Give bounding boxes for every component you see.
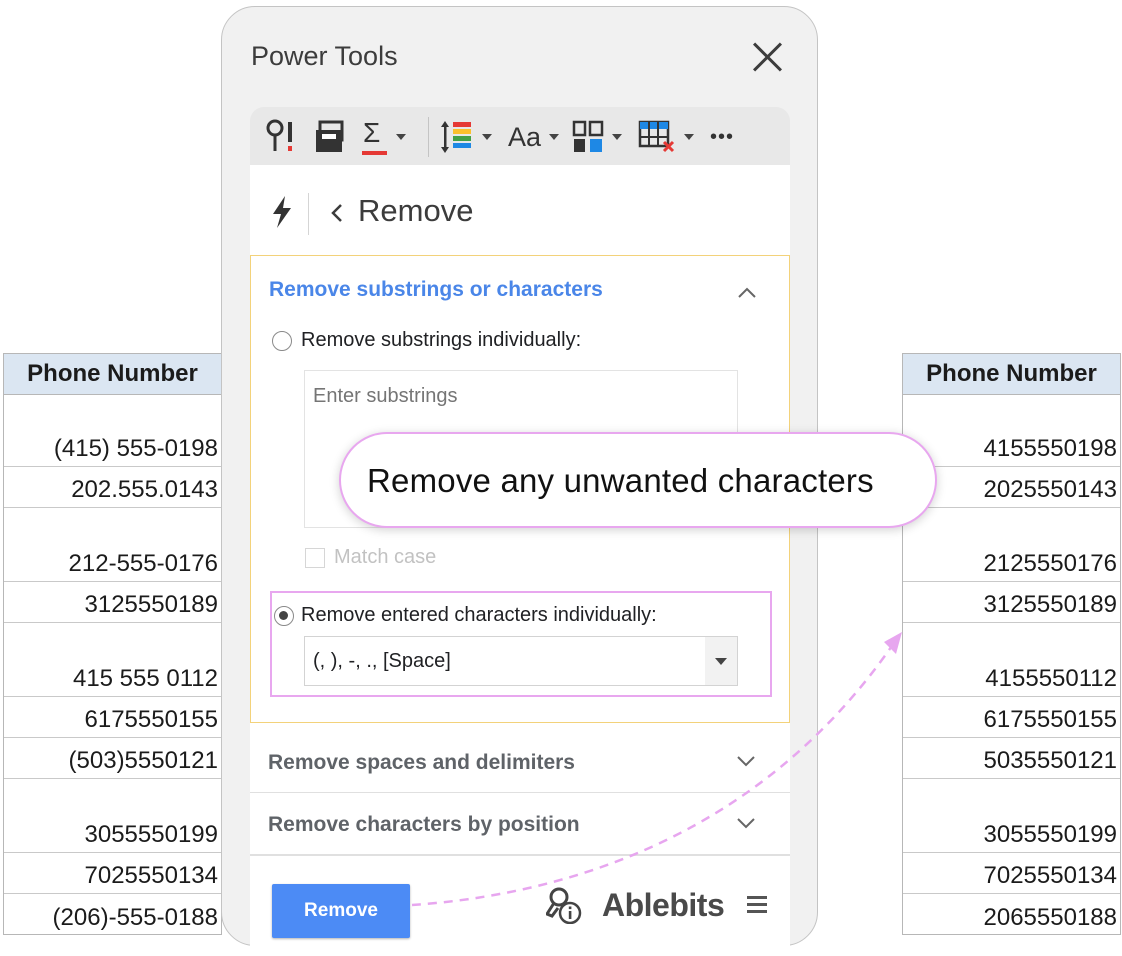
callout: Remove any unwanted characters: [339, 432, 937, 528]
callout-text: Remove any unwanted characters: [367, 462, 874, 499]
